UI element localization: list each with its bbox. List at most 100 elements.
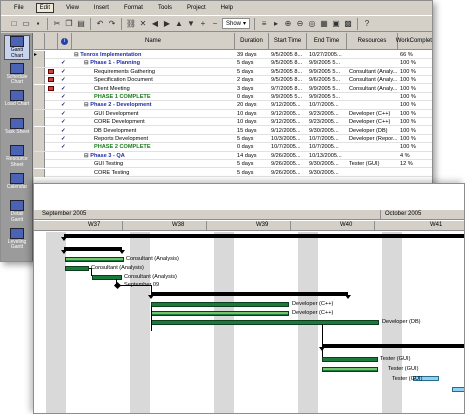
row-selector[interactable] [34, 76, 45, 85]
menu-format[interactable]: Format [121, 4, 146, 12]
grid-icon[interactable]: ▩ [343, 18, 353, 29]
task-duration: 14 days [237, 152, 257, 159]
table-row[interactable]: ✓ CORE Development 10 days 9/12/2005... 9/23… [34, 118, 432, 127]
table-row[interactable]: GUI Testing 5 days 9/26/2005... 9/30/2005..… [34, 160, 432, 169]
row-selector[interactable] [34, 84, 45, 93]
table-row[interactable]: ✓ Specification Document 2 days 9/5/2005 8.… [34, 76, 432, 85]
view-resource-sheet[interactable]: Resource Sheet [4, 145, 30, 170]
new-file-icon[interactable]: □ [9, 18, 19, 29]
menu-help[interactable]: Help [218, 4, 236, 12]
table-row[interactable]: ✓ DB Development 15 days 9/12/2005... 9/30/2… [34, 126, 432, 135]
zoom-in-icon[interactable]: ⊕ [283, 18, 293, 29]
db-development-bar[interactable] [151, 320, 379, 325]
cut-icon[interactable]: ✂ [52, 18, 62, 29]
project-summary-bar[interactable] [64, 234, 464, 238]
row-selector[interactable] [34, 93, 45, 101]
table-row[interactable]: ✓ PHASE 1 COMPLETE 0 days 9/9/2005 5... 9/9/… [34, 93, 432, 102]
indent-left-icon[interactable]: ◀ [150, 18, 160, 29]
table-row[interactable]: ✓ ⊟ Phase 2 - Development 20 days 9/12/2005… [34, 101, 432, 110]
row-selector[interactable] [34, 101, 45, 110]
menu-tools[interactable]: Tools [155, 4, 175, 12]
table-row[interactable]: ✓ Reports Development 5 days 10/3/2005... 10… [34, 135, 432, 144]
show-dropdown[interactable]: Show ▾ [222, 18, 251, 29]
column-header-work-complete[interactable]: WorkComplete [396, 33, 432, 50]
menu-file[interactable]: File [11, 4, 27, 12]
view-bar: Gantt Chart Schedule Chart Load Chart Task … [1, 33, 33, 261]
row-selector[interactable] [34, 151, 45, 160]
table-row[interactable]: ✓ Requirements Gathering 5 days 9/5/2005 8.… [34, 67, 432, 77]
note-indicator-icon[interactable] [48, 68, 54, 76]
gui-development-bar[interactable] [151, 302, 289, 307]
phase1-summary-bar[interactable] [64, 247, 122, 251]
view-gantt-chart[interactable]: Gantt Chart [4, 35, 30, 60]
move-up-icon[interactable]: ▲ [174, 18, 184, 29]
align-icon[interactable]: ≡ [259, 18, 269, 29]
column-header-name[interactable]: Name [72, 33, 235, 50]
preview-icon[interactable]: ▣ [331, 18, 341, 29]
table-row[interactable]: ▸ ⊟ Tenrox Implementation 39 days 9/5/2005 … [34, 51, 432, 60]
help-icon[interactable]: ? [362, 18, 372, 29]
goto-task-icon[interactable]: ▸ [271, 18, 281, 29]
table-row[interactable]: ✓ ⊟ Phase 1 - Planning 5 days 9/5/2005 8...… [34, 59, 432, 68]
view-leveling-gantt[interactable]: Leveling Gantt [4, 227, 30, 253]
column-header-resources[interactable]: Resources [347, 33, 398, 50]
row-selector[interactable] [34, 109, 45, 118]
phase2-summary-bar[interactable] [151, 292, 348, 296]
paste-icon[interactable]: ▤ [76, 18, 86, 29]
column-header-end-time[interactable]: End Time [307, 33, 347, 50]
row-selector[interactable] [34, 168, 45, 177]
task-start: 9/12/2005... [271, 102, 301, 109]
link-tasks-icon[interactable]: ⛓ [126, 18, 136, 29]
row-selector[interactable] [34, 59, 45, 68]
table-row[interactable]: CORE Testing 5 days 9/26/2005... 9/30/2005.… [34, 168, 432, 177]
unlink-tasks-icon[interactable]: ✕ [138, 18, 148, 29]
table-row[interactable]: ⊟ Phase 3 - QA 14 days 9/26/2005... 10/13/2… [34, 151, 432, 161]
view-calendar[interactable]: Calendar [4, 172, 30, 198]
row-selector[interactable] [34, 118, 45, 127]
zoom-fit-icon[interactable]: ◎ [307, 18, 317, 29]
table-row[interactable]: ✓ GUI Development 10 days 9/12/2005... 9/23/… [34, 109, 432, 119]
client-meeting-bar[interactable] [92, 275, 122, 280]
info-column-header[interactable]: i [58, 33, 72, 50]
menu-edit[interactable]: Edit [35, 2, 55, 13]
note-indicator-icon[interactable] [48, 85, 54, 93]
undo-icon[interactable]: ↶ [95, 18, 105, 29]
collapse-icon[interactable]: − [210, 18, 220, 29]
copy-icon[interactable]: ❐ [64, 18, 74, 29]
view-detail-gantt[interactable]: Detail Gantt [4, 200, 30, 225]
expand-icon[interactable]: + [198, 18, 208, 29]
row-selector[interactable] [34, 67, 45, 76]
indicator-column-header[interactable] [45, 33, 58, 50]
task-end: 9/30/2005... [309, 127, 339, 134]
open-folder-icon[interactable]: ▭ [21, 18, 31, 29]
view-schedule-chart[interactable]: Schedule Chart [4, 62, 30, 88]
table-row[interactable]: ✓ Client Meeting 3 days 9/7/2005 8... 9/9/20… [34, 84, 432, 93]
note-indicator-icon[interactable] [48, 76, 54, 84]
specification-document-bar[interactable] [65, 266, 89, 271]
row-selector[interactable]: ▸ [34, 51, 45, 59]
load-chart-icon [10, 90, 24, 101]
indent-right-icon[interactable]: ▶ [162, 18, 172, 29]
view-load-chart[interactable]: Load Chart [4, 90, 30, 115]
row-selector[interactable] [34, 126, 45, 135]
testing-task-bar[interactable] [452, 387, 464, 392]
row-selector[interactable] [34, 160, 45, 169]
table-row[interactable]: ✓ PHASE 2 COMPLETE 0 days 10/7/2005... 10/7/… [34, 143, 432, 152]
column-header-duration[interactable]: Duration [235, 33, 269, 50]
column-header-start-time[interactable]: Start Time [269, 33, 307, 50]
row-selector[interactable] [34, 135, 45, 143]
move-down-icon[interactable]: ▼ [186, 18, 196, 29]
gui-testing-bar[interactable] [322, 357, 378, 362]
redo-icon[interactable]: ↷ [107, 18, 117, 29]
menu-insert[interactable]: Insert [91, 4, 112, 12]
progress-highlight [66, 258, 123, 260]
zoom-out-icon[interactable]: ⊖ [295, 18, 305, 29]
view-task-sheet[interactable]: Task Sheet [4, 117, 30, 143]
row-selector[interactable] [34, 143, 45, 152]
menu-project[interactable]: Project [184, 4, 209, 12]
phase3-summary-bar[interactable] [322, 344, 464, 348]
menu-view[interactable]: View [63, 4, 82, 12]
print-icon[interactable]: ▦ [319, 18, 329, 29]
schedule-chart-icon [10, 62, 24, 74]
save-icon[interactable]: ▪ [33, 18, 43, 29]
